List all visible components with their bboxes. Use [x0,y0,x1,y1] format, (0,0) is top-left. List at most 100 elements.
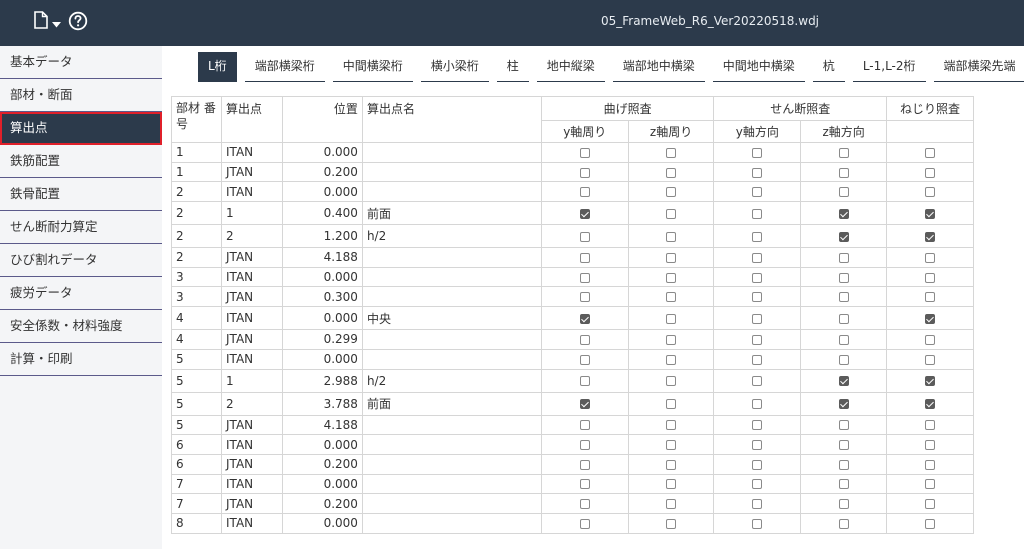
point-name-cell[interactable] [361,434,542,455]
check-z-around-checkbox[interactable] [666,479,677,490]
calc-point-cell[interactable]: ITAN [221,473,284,495]
check-torsion-checkbox[interactable] [924,313,935,324]
check-torsion-checkbox[interactable] [924,354,935,365]
point-name-cell[interactable] [361,348,542,370]
member-no-cell[interactable]: 6 [170,434,223,455]
member-no-cell[interactable]: 2 [170,224,223,249]
check-z-around-checkbox[interactable] [666,167,677,178]
check-torsion-checkbox[interactable] [924,499,935,510]
check-torsion-checkbox[interactable] [924,376,935,386]
check-torsion-checkbox[interactable] [924,187,935,198]
check-y-around-checkbox[interactable] [579,147,590,158]
position-cell[interactable]: 4.188 [282,414,363,436]
check-y-dir-checkbox[interactable] [752,292,763,303]
calc-point-cell[interactable]: JTAN [221,414,284,436]
check-z-dir-checkbox[interactable] [838,313,849,324]
check-z-dir-checkbox[interactable] [838,499,849,510]
check-torsion-checkbox[interactable] [924,208,935,219]
member-no-cell[interactable]: 7 [170,473,223,495]
check-z-around-checkbox[interactable] [666,313,677,324]
check-torsion-checkbox[interactable] [924,231,935,242]
check-z-dir-checkbox[interactable] [838,440,849,451]
check-y-around-checkbox[interactable] [579,272,590,283]
point-name-cell[interactable] [361,414,542,436]
check-z-around-checkbox[interactable] [666,187,677,198]
position-cell[interactable]: 0.200 [282,453,363,475]
check-y-around-checkbox[interactable] [579,479,590,490]
sidebar-item-8[interactable]: 安全係数・材料強度 [0,310,162,343]
check-y-around-checkbox[interactable] [579,459,590,470]
member-no-cell[interactable]: 2 [170,247,223,268]
check-z-dir-checkbox[interactable] [838,187,849,198]
point-name-cell[interactable]: h/2 [361,368,542,393]
check-y-dir-checkbox[interactable] [752,231,763,242]
check-y-around-checkbox[interactable] [579,231,590,242]
position-cell[interactable]: 0.300 [282,286,363,308]
check-y-dir-checkbox[interactable] [752,376,763,386]
check-y-around-checkbox[interactable] [579,354,590,365]
position-cell[interactable]: 1.200 [282,224,363,249]
point-name-cell[interactable] [361,247,542,268]
check-torsion-checkbox[interactable] [924,147,935,158]
sidebar-item-5[interactable]: せん断耐力算定 [0,211,162,244]
check-z-dir-checkbox[interactable] [838,292,849,303]
sidebar-item-6[interactable]: ひび割れデータ [0,244,162,277]
point-name-cell[interactable]: 中央 [361,306,542,331]
tab-10[interactable]: 端部横梁先端 [933,52,1024,82]
member-no-cell[interactable]: 1 [170,161,223,183]
sidebar-item-9[interactable]: 計算・印刷 [0,343,162,376]
check-z-around-checkbox[interactable] [666,292,677,303]
check-y-around-checkbox[interactable] [579,399,590,409]
check-y-dir-checkbox[interactable] [752,440,763,451]
check-torsion-checkbox[interactable] [924,518,935,529]
check-z-around-checkbox[interactable] [666,518,677,529]
check-y-around-checkbox[interactable] [579,440,590,451]
check-y-dir-checkbox[interactable] [752,147,763,158]
check-y-around-checkbox[interactable] [579,208,590,219]
check-z-dir-checkbox[interactable] [838,376,849,386]
position-cell[interactable]: 0.000 [282,473,363,495]
check-z-around-checkbox[interactable] [666,376,677,386]
check-z-around-checkbox[interactable] [666,420,677,431]
calc-point-cell[interactable]: JTAN [221,286,284,308]
point-name-cell[interactable] [361,142,542,163]
file-menu-button[interactable] [34,11,66,33]
member-no-cell[interactable]: 4 [170,306,223,331]
check-z-dir-checkbox[interactable] [838,334,849,345]
check-y-around-checkbox[interactable] [579,292,590,303]
check-y-dir-checkbox[interactable] [752,479,763,490]
point-name-cell[interactable] [361,161,542,183]
tab-0[interactable]: L桁 [198,52,237,82]
sidebar-item-7[interactable]: 疲労データ [0,277,162,310]
check-z-dir-checkbox[interactable] [838,167,849,178]
check-y-dir-checkbox[interactable] [752,399,763,409]
position-cell[interactable]: 0.299 [282,329,363,350]
help-button[interactable] [68,11,90,33]
check-z-around-checkbox[interactable] [666,440,677,451]
calc-point-cell[interactable]: 2 [221,391,284,416]
check-y-dir-checkbox[interactable] [752,208,763,219]
member-no-cell[interactable]: 8 [170,512,223,534]
tab-5[interactable]: 地中縦梁 [536,52,605,82]
point-name-cell[interactable] [361,493,542,514]
sidebar-item-1[interactable]: 部材・断面 [0,79,162,112]
check-z-around-checkbox[interactable] [666,334,677,345]
calc-point-cell[interactable]: 1 [221,368,284,393]
check-torsion-checkbox[interactable] [924,440,935,451]
calc-point-cell[interactable]: JTAN [221,493,284,514]
calc-point-cell[interactable]: 1 [221,201,284,226]
position-cell[interactable]: 0.000 [282,306,363,331]
check-z-around-checkbox[interactable] [666,399,677,409]
point-name-cell[interactable] [361,473,542,495]
position-cell[interactable]: 0.000 [282,266,363,288]
check-torsion-checkbox[interactable] [924,272,935,283]
check-z-dir-checkbox[interactable] [838,420,849,431]
point-name-cell[interactable] [361,286,542,308]
check-y-dir-checkbox[interactable] [752,252,763,263]
check-torsion-checkbox[interactable] [924,479,935,490]
tab-2[interactable]: 中間横梁桁 [332,52,413,82]
check-y-dir-checkbox[interactable] [752,272,763,283]
member-no-cell[interactable]: 6 [170,453,223,475]
check-z-around-checkbox[interactable] [666,459,677,470]
sidebar-item-2[interactable]: 算出点 [0,112,162,145]
